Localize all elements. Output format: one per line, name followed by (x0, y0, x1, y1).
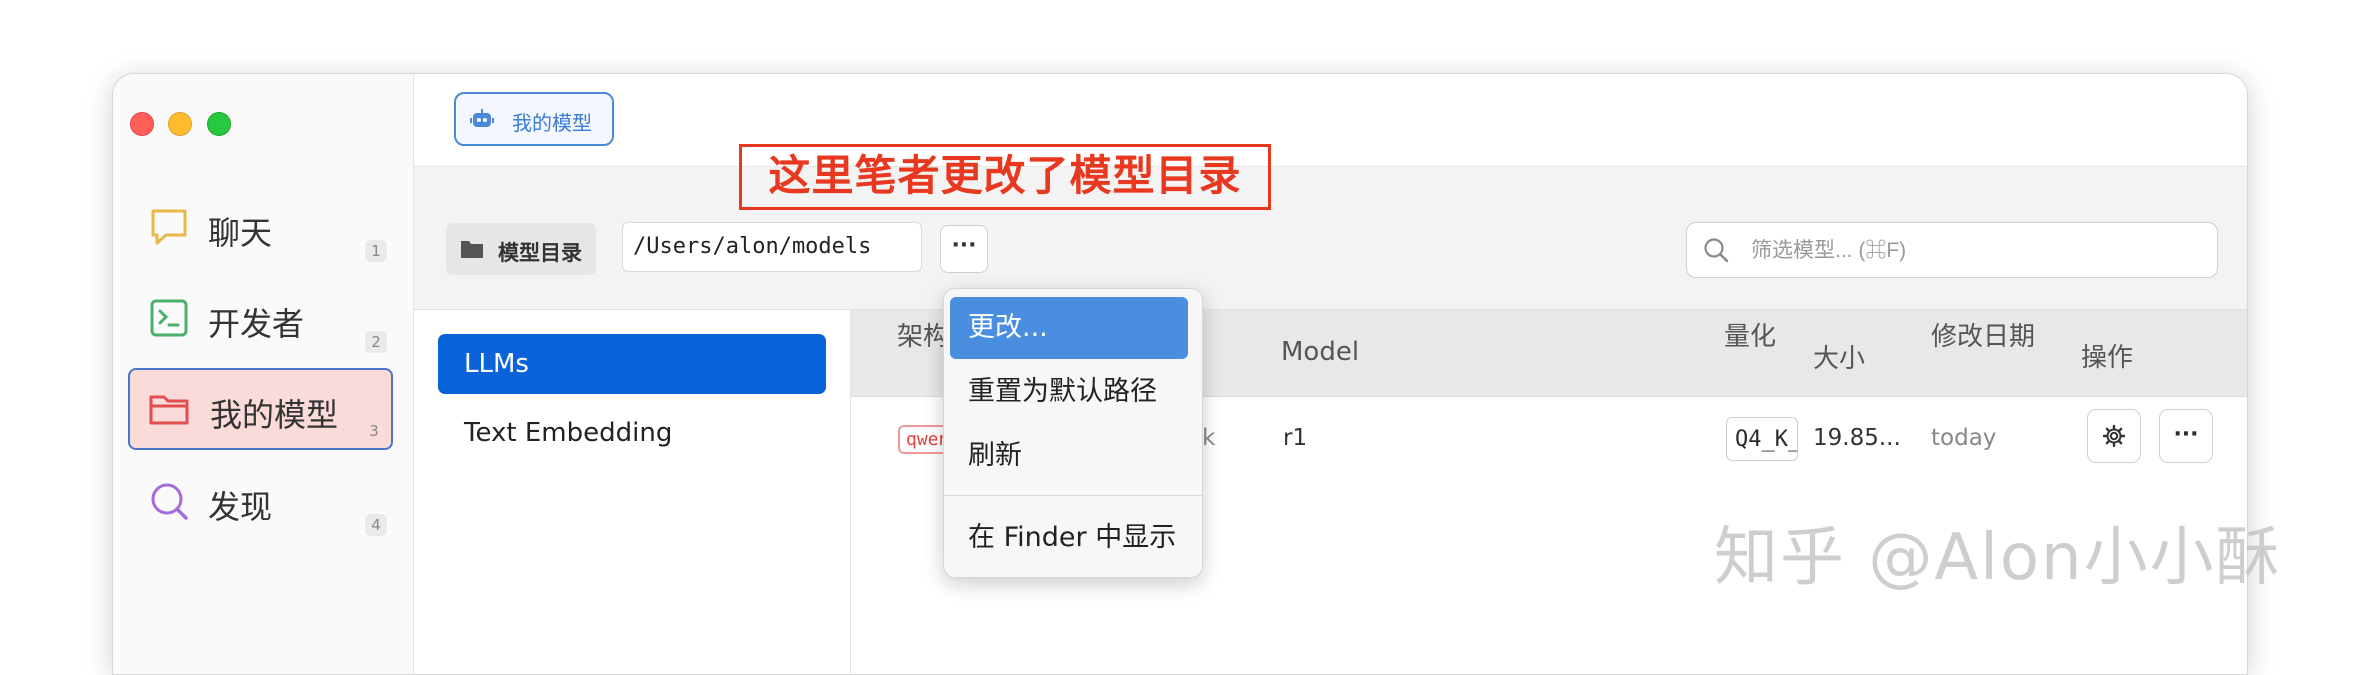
sidebar-item-chat[interactable]: 聊天 1 (128, 186, 393, 268)
models-toolbar: 模型目录 /Users/alon/models ··· (414, 167, 2247, 310)
column-header-size[interactable]: 大小 (1813, 338, 1865, 375)
close-window-button[interactable] (130, 112, 154, 136)
directory-options-menu: 更改... 重置为默认路径 刷新 在 Finder 中显示 (943, 288, 1203, 578)
directory-options-button[interactable]: ··· (940, 225, 988, 273)
size-cell: 19.85... (1813, 425, 1901, 451)
watermark: 知乎 @Alon小小酥 (1714, 521, 2282, 595)
column-header-quantization[interactable]: 量化 (1724, 316, 1776, 353)
column-header-architecture[interactable]: 架构 (897, 316, 949, 353)
annotation-callout: 这里笔者更改了模型目录 (739, 144, 1271, 210)
search-icon (1704, 238, 1729, 263)
shortcut-badge: 2 (365, 331, 387, 353)
tab-label: 我的模型 (512, 111, 592, 135)
category-item-text-embedding[interactable]: Text Embedding (438, 403, 826, 463)
model-name-cell: r1 (1283, 425, 1308, 451)
model-settings-button[interactable] (2087, 409, 2141, 463)
menu-item-refresh[interactable]: 刷新 (950, 425, 1188, 487)
sidebar-item-developer[interactable]: 开发者 2 (128, 277, 393, 359)
sidebar-item-label: 开发者 (208, 305, 305, 343)
column-header-actions: 操作 (2081, 343, 2134, 373)
directory-label-text: 模型目录 (498, 241, 582, 265)
models-directory-label: 模型目录 (446, 223, 596, 275)
minimize-window-button[interactable] (168, 112, 192, 136)
model-filter-search[interactable] (1686, 222, 2218, 278)
shortcut-badge: 3 (369, 422, 379, 440)
sidebar: 聊天 1 开发者 2 我的模型 3 发现 4 (113, 74, 414, 674)
models-directory-path[interactable]: /Users/alon/models (622, 222, 922, 272)
sidebar-item-my-models[interactable]: 我的模型 3 (128, 368, 393, 450)
folder-icon (149, 395, 189, 425)
chat-bubble-icon (151, 209, 187, 245)
shortcut-badge: 4 (365, 514, 387, 536)
folder-icon (461, 241, 483, 258)
column-header-model[interactable]: Model (1281, 337, 1359, 367)
model-category-list: LLMs Text Embedding (414, 310, 851, 674)
quantization-cell: Q4_K_M (1726, 417, 1798, 461)
modified-date-cell: today (1931, 425, 1997, 451)
zoom-window-button[interactable] (207, 112, 231, 136)
tab-bar: 我的模型 (414, 74, 2247, 167)
model-more-options-button[interactable]: ··· (2159, 409, 2213, 463)
menu-separator (944, 495, 1202, 496)
menu-item-reset-default-path[interactable]: 重置为默认路径 (950, 361, 1188, 423)
column-header-modified[interactable]: 修改日期 (1931, 316, 2035, 353)
terminal-icon (150, 299, 188, 337)
sidebar-item-label: 聊天 (208, 214, 273, 252)
search-input[interactable] (1749, 231, 2193, 271)
sidebar-item-label: 我的模型 (210, 396, 339, 434)
tab-my-models[interactable]: 我的模型 (454, 92, 614, 146)
sidebar-item-discover[interactable]: 发现 4 (128, 460, 393, 542)
shortcut-badge: 1 (365, 240, 387, 262)
robot-icon (470, 109, 494, 127)
sidebar-item-label: 发现 (208, 488, 273, 526)
menu-item-show-in-finder[interactable]: 在 Finder 中显示 (950, 507, 1188, 569)
menu-item-change[interactable]: 更改... (950, 297, 1188, 359)
category-item-llms[interactable]: LLMs (438, 334, 826, 394)
search-icon (151, 483, 188, 520)
gear-icon (2102, 424, 2126, 448)
